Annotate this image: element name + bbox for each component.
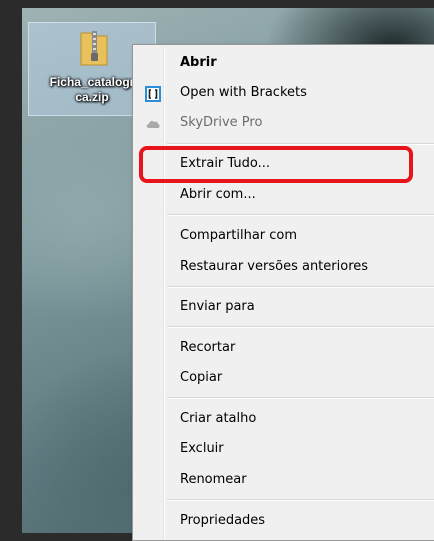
menu-item-label: Restaurar versões anteriores — [180, 259, 369, 274]
menu-item-abrir[interactable]: Abrir — [135, 51, 434, 77]
menu-item-recortar[interactable]: Recortar — [135, 336, 434, 362]
menu-item-propriedades[interactable]: Propriedades — [135, 509, 434, 535]
menu-item-label: Enviar para — [180, 299, 255, 314]
menu-item-label: Renomear — [180, 472, 247, 487]
menu-item-open-with-brackets[interactable]: Open with Brackets — [135, 81, 434, 107]
menu-item-restaurar-versoes[interactable]: Restaurar versões anteriores — [135, 255, 434, 281]
menu-item-excluir[interactable]: Excluir — [135, 437, 434, 463]
menu-separator — [167, 214, 434, 216]
menu-item-abrir-com[interactable]: Abrir com... — [135, 183, 434, 209]
menu-item-compartilhar-com[interactable]: Compartilhar com — [135, 224, 434, 250]
context-menu: Abrir Open with Brackets SkyDrive Pro Ex… — [132, 44, 434, 541]
menu-item-label: Recortar — [180, 340, 236, 355]
menu-item-label: Abrir — [180, 55, 217, 70]
menu-item-label: Criar atalho — [180, 411, 257, 426]
menu-separator — [167, 397, 434, 399]
menu-item-label: Copiar — [180, 370, 223, 385]
menu-item-renomear[interactable]: Renomear — [135, 468, 434, 494]
menu-separator — [167, 499, 434, 501]
menu-item-copiar[interactable]: Copiar — [135, 366, 434, 392]
menu-item-label: Open with Brackets — [180, 85, 307, 100]
menu-item-label: Compartilhar com — [180, 228, 298, 243]
zip-folder-icon — [80, 31, 108, 66]
cloud-icon — [146, 120, 160, 128]
menu-item-label: Excluir — [180, 441, 224, 456]
menu-item-label: Abrir com... — [180, 187, 256, 202]
menu-item-criar-atalho[interactable]: Criar atalho — [135, 407, 434, 433]
menu-separator — [167, 326, 434, 328]
menu-separator — [167, 143, 434, 145]
highlight-box — [139, 146, 413, 183]
menu-item-skydrive-pro[interactable]: SkyDrive Pro — [135, 111, 434, 137]
menu-separator — [167, 286, 434, 288]
menu-item-label: SkyDrive Pro — [180, 115, 263, 130]
menu-item-enviar-para[interactable]: Enviar para — [135, 295, 434, 321]
brackets-icon — [145, 86, 161, 102]
menu-item-label: Propriedades — [180, 513, 266, 528]
